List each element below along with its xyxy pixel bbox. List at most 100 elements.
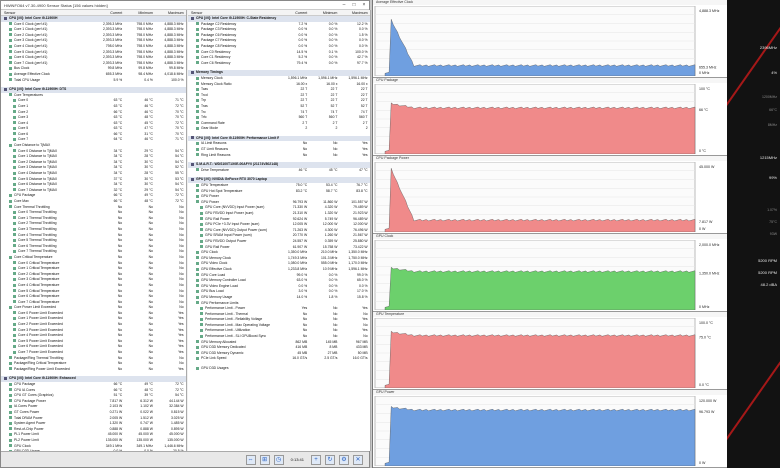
sensor-label: GPU D3D Memory Dynamic	[201, 350, 244, 355]
sensor-row[interactable]: Ring Limit Reasons No No Yes	[188, 153, 370, 159]
sensor-icon	[13, 110, 16, 114]
sensor-label: GPU FBVDD Output Power	[205, 238, 247, 243]
maximum-column-header[interactable]: Maximum	[155, 10, 186, 15]
sensor-label: GPU D3D Usages	[201, 366, 229, 371]
close-sensors-icon[interactable]: ✕	[353, 454, 363, 465]
maximize-icon[interactable]: □	[349, 2, 359, 8]
status-bar: ⇔ ⊞ ◷ 0:13:41 + ↻ ⚙ ✕	[1, 451, 369, 467]
sensor-icon	[196, 168, 199, 172]
sensor-icon	[13, 188, 16, 192]
sensor-row[interactable]: GPU D3D Usages	[188, 366, 370, 372]
sensor-icon	[9, 432, 12, 436]
sensor-pane-left[interactable]: Sensor Current Minimum Maximum CPU [#0]:…	[1, 10, 187, 451]
sensor-icon	[196, 33, 199, 37]
sensor-label: Package C3 Residency	[201, 27, 237, 32]
sensor-label: Core 0 Power Limit Exceeded	[18, 310, 63, 315]
maximum-column-header[interactable]: Maximum	[339, 10, 369, 15]
sensor-icon	[196, 366, 199, 370]
sensor-label: S.M.A.R.T.: WDS100T1X0E-00AFY0 (21174V80…	[196, 162, 278, 167]
sensor-label: Core 6 Clock (perf #1)	[14, 55, 48, 60]
sensor-label: Core 2 Power Limit Exceeded	[18, 322, 63, 327]
graph-panel[interactable]: CPU Package Power 45.000 W 7.817 W 0 W	[373, 156, 728, 234]
current-column-header[interactable]: Current	[94, 10, 125, 15]
graph-max-label: 120.000 W	[699, 399, 717, 403]
sensor-label: Performance Limit - Power	[205, 306, 246, 311]
chip-icon	[4, 16, 7, 20]
current-column-header[interactable]: Current	[279, 10, 309, 15]
sensor-label: Core Power Limit Exceeded	[14, 305, 57, 310]
sensor-icon	[196, 27, 199, 31]
sensor-icon	[9, 393, 12, 397]
graph-min-label: 0.0 °C	[699, 383, 709, 387]
current-value: No	[117, 366, 123, 371]
minimum-column-header[interactable]: Minimum	[309, 10, 339, 15]
maximum-value: 100.0 %	[171, 77, 184, 82]
minimum-column-header[interactable]: Minimum	[124, 10, 155, 15]
minimize-icon[interactable]: –	[339, 2, 349, 8]
sensor-icon	[196, 284, 199, 288]
sensor-icon	[196, 267, 199, 271]
sensor-name: Core C6 Residency	[188, 61, 279, 67]
graph-area	[384, 102, 696, 154]
sensor-label: Performance Limit - Max Operating Voltag…	[205, 322, 271, 327]
sensor-icon	[196, 87, 199, 91]
sensor-label: GPU Rail Power	[205, 244, 230, 249]
sensor-icon	[13, 311, 16, 315]
add-graph-icon[interactable]: +	[311, 454, 321, 465]
sensor-label: GPU Video Engine Load	[201, 283, 238, 288]
sensor-icon	[9, 416, 12, 420]
sensor-label: Memory Clock	[201, 75, 223, 80]
sensor-label: Core Max	[14, 199, 29, 203]
sensor-icon	[196, 153, 199, 157]
sensor-icon	[9, 194, 12, 198]
sensor-row[interactable]: Total CPU Usage 5.9 % 0.4 % 100.0 %	[1, 78, 186, 84]
current-value: 2	[305, 126, 308, 131]
sensor-icon	[9, 421, 12, 425]
sensor-label: Core 5 Critical Temperature	[18, 288, 60, 293]
sensor-icon	[9, 382, 12, 386]
current-value: 79.4 %	[296, 60, 308, 65]
sensor-label: Core 3 Distance to TjMAX	[18, 165, 58, 170]
sensor-label: Core 1 Distance to TjMAX	[18, 154, 58, 159]
sensor-label: Core 7 Distance to TjMAX	[18, 187, 58, 192]
sensor-icon	[9, 410, 12, 414]
sensor-row[interactable]: Core C6 Residency 79.4 % 0.0 % 97.7 %	[188, 61, 370, 67]
nav-arrows-icon[interactable]: ⇔	[245, 454, 256, 465]
current-value	[279, 366, 309, 372]
decorative-stripe	[727, 313, 780, 447]
sensor-icon	[196, 98, 199, 102]
sensor-label: Core 5 Distance to TjMAX	[18, 176, 58, 181]
sensor-label: Core 7 Critical Temperature	[18, 299, 60, 304]
sensor-icon	[196, 104, 199, 108]
clock-icon: ◷	[273, 454, 284, 465]
sensor-column-header[interactable]: Sensor	[1, 10, 94, 15]
sensor-column-header[interactable]: Sensor	[188, 10, 279, 15]
reset-icon[interactable]: ↻	[325, 454, 335, 465]
graph-panel[interactable]: GPU Temperature 100.0 °C 75.0 °C 0.0 °C	[373, 312, 728, 390]
graph-panel[interactable]: GPU Clock 2,000.0 MHz 1,350.0 MHz 0 MHz	[373, 234, 728, 312]
graph-panel[interactable]: Average Effective Clock 4,888.3 MHz 655.3 …	[373, 0, 728, 78]
settings-icon[interactable]: ⚙	[339, 454, 349, 465]
graph-title: CPU Package Power	[373, 156, 728, 161]
sensor-row[interactable]: Drive Temperature 46 °C 45 °C 47 °C	[188, 168, 370, 174]
graph-area	[384, 266, 696, 310]
graph-panel[interactable]: CPU Package 100 °C 66 °C 0 °C	[373, 78, 728, 156]
sensor-row[interactable]: Package/Ring Power Limit Exceeded No No Yes	[1, 367, 186, 373]
minimum-value: 0.0 %	[328, 60, 338, 65]
sensor-row[interactable]: PCIe Link Speed 16.0 GT/s 2.5 GT/s 16.0 GT/…	[188, 356, 370, 362]
sensor-pane-right[interactable]: Sensor Current Minimum Maximum CPU [#0]:…	[188, 10, 371, 451]
sensor-label: Trc	[201, 109, 206, 114]
graph-panel[interactable]: GPU Power 120.000 W 96.793 W 0 W	[373, 390, 728, 468]
sensor-row[interactable]: Gear Mode 2 2 2	[188, 126, 370, 132]
sensor-icon	[13, 317, 16, 321]
sensor-icon	[196, 345, 199, 349]
osd-value: 5200 RPM	[758, 270, 777, 275]
sensor-label: Core Distance to TjMAX	[14, 143, 51, 148]
minimum-value: 0.4 %	[144, 77, 153, 82]
close-icon[interactable]: ×	[359, 2, 369, 8]
graph-plot: 4,888.3 MHz 655.3 MHz0 MHz	[374, 6, 720, 76]
network-icon[interactable]: ⊞	[259, 454, 270, 465]
sensor-icon	[13, 300, 16, 304]
sensor-label: GPU Core (NVVDD) Input Power (sum)	[205, 205, 265, 210]
chip-icon	[191, 178, 194, 182]
